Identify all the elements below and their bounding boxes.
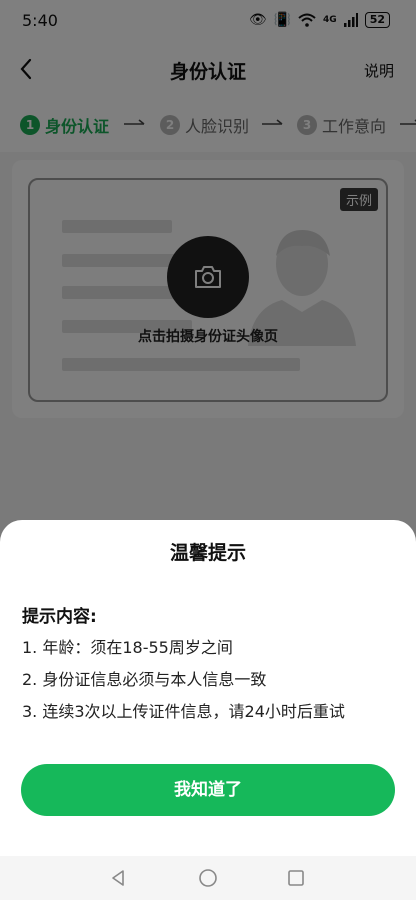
nav-recents-square-icon[interactable] <box>286 868 306 888</box>
system-nav-bar <box>0 856 416 900</box>
tip-item: 1. 年龄：须在18-55周岁之间 <box>22 638 233 657</box>
confirm-button[interactable]: 我知道了 <box>21 764 395 816</box>
tips-dialog: 温馨提示 提示内容: 1. 年龄：须在18-55周岁之间 2. 身份证信息必须与… <box>0 520 416 856</box>
tips-heading: 提示内容: <box>22 607 97 627</box>
tip-item: 2. 身份证信息必须与本人信息一致 <box>22 670 267 689</box>
nav-back-triangle-icon[interactable] <box>108 868 128 888</box>
nav-home-circle-icon[interactable] <box>198 868 218 888</box>
tip-item: 3. 连续3次以上传证件信息，请24小时后重试 <box>22 702 345 721</box>
dialog-title: 温馨提示 <box>169 542 246 564</box>
